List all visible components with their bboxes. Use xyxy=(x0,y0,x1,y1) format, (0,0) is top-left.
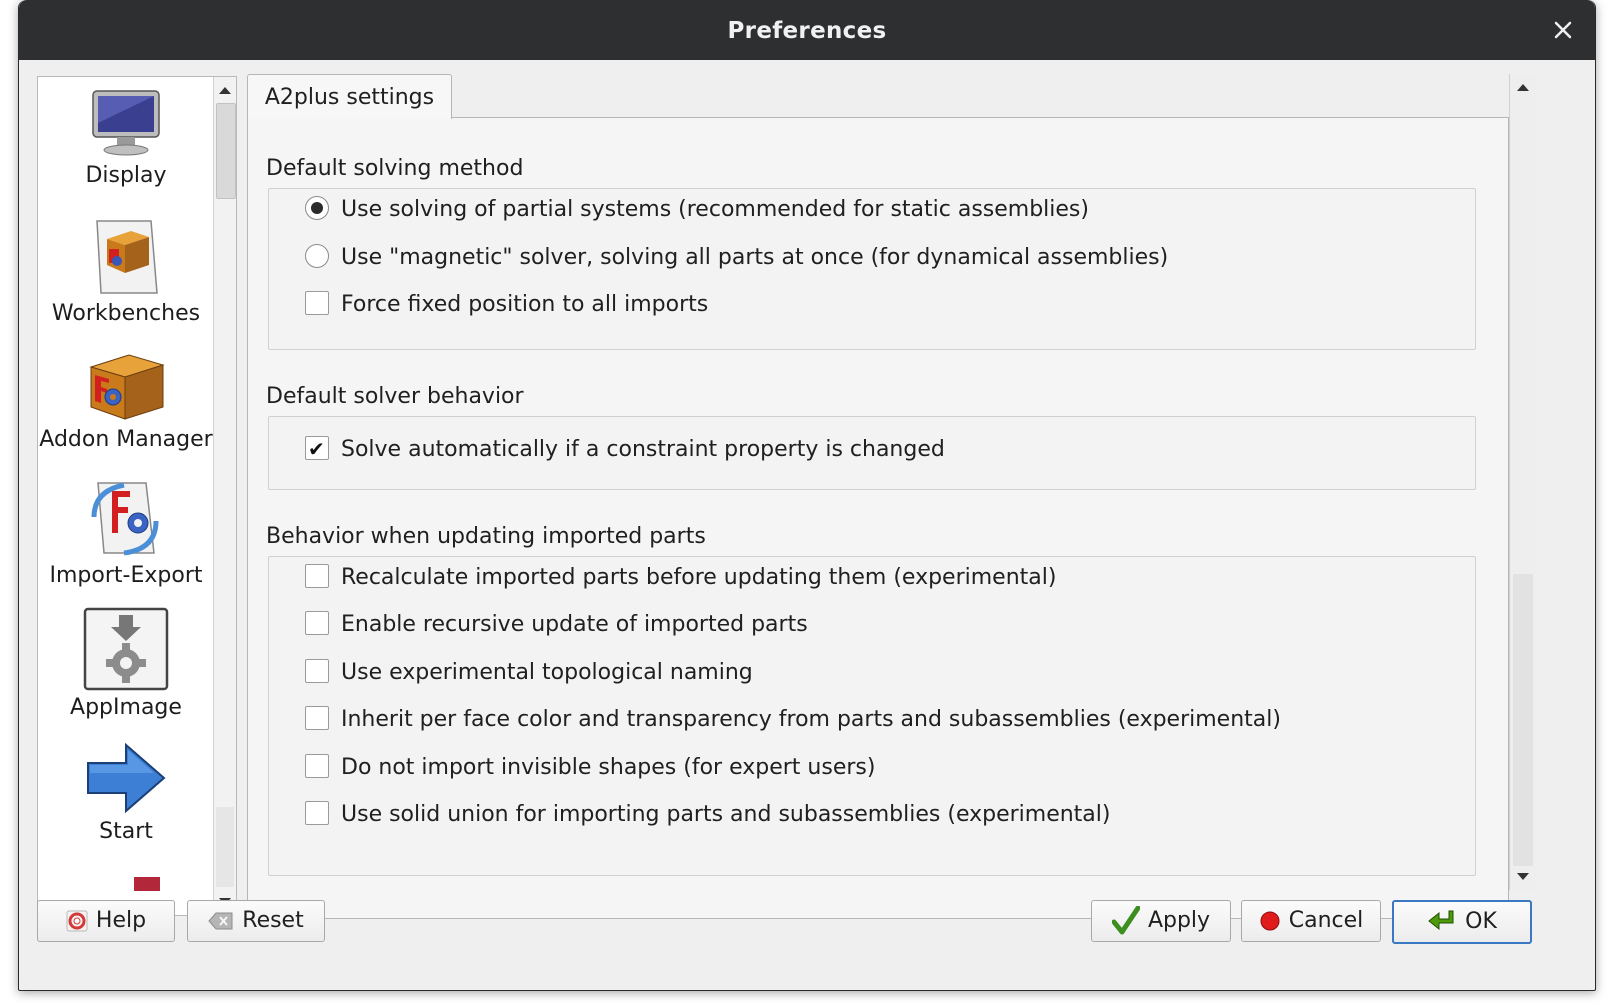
close-button[interactable] xyxy=(1545,12,1581,48)
solver-behavior-group: Solve automatically if a constraint prop… xyxy=(268,416,1476,490)
scroll-down-arrow-icon[interactable] xyxy=(1517,873,1529,880)
ok-label: OK xyxy=(1465,909,1497,934)
scroll-up-arrow-icon[interactable] xyxy=(219,87,231,94)
option-label: Use experimental topological naming xyxy=(341,660,753,685)
checkbox-topological-naming[interactable]: Use experimental topological naming xyxy=(305,658,753,688)
window-title: Preferences xyxy=(727,18,887,44)
radio-partial-systems[interactable]: Use solving of partial systems (recommen… xyxy=(305,195,1089,225)
addon-manager-icon xyxy=(89,354,165,420)
section-title-update-behavior: Behavior when updating imported parts xyxy=(266,524,706,549)
category-display[interactable]: Display xyxy=(38,87,214,188)
option-label: Enable recursive update of imported part… xyxy=(341,612,808,637)
ok-button[interactable]: OK xyxy=(1392,900,1532,944)
category-list: Display Workbenches Addon Manager Import… xyxy=(38,77,214,915)
checkbox-force-fixed-position[interactable]: Force fixed position to all imports xyxy=(305,290,708,320)
category-label: Start xyxy=(99,819,153,844)
settings-page: A2plus settings Default solving method U… xyxy=(247,74,1509,919)
display-monitor-icon xyxy=(92,90,160,156)
category-label: AppImage xyxy=(70,695,182,720)
checkbox-checked[interactable] xyxy=(305,434,329,464)
help-icon xyxy=(66,910,88,932)
preferences-category-list: Display Workbenches Addon Manager Import… xyxy=(37,76,237,916)
option-label: Do not import invisible shapes (for expe… xyxy=(341,755,876,780)
checkbox[interactable] xyxy=(305,659,329,683)
checkbox-inherit-face-color[interactable]: Inherit per face color and transparency … xyxy=(305,705,1281,735)
radio-button-selected[interactable] xyxy=(305,196,329,220)
preferences-dialog: Preferences Display Workbenches Addon Ma… xyxy=(18,0,1596,991)
section-title-solver-behavior: Default solver behavior xyxy=(266,384,524,409)
category-workbenches[interactable]: Workbenches xyxy=(38,217,214,326)
option-label: Use solid union for importing parts and … xyxy=(341,802,1111,827)
ok-enter-arrow-icon xyxy=(1428,910,1454,931)
checkbox[interactable] xyxy=(305,611,329,635)
apply-button[interactable]: Apply xyxy=(1091,900,1231,942)
option-label: Inherit per face color and transparency … xyxy=(341,707,1281,732)
help-label: Help xyxy=(95,908,147,933)
apply-checkmark-icon xyxy=(1111,906,1140,935)
option-label: Force fixed position to all imports xyxy=(341,292,709,317)
solving-method-group: Use solving of partial systems (recommen… xyxy=(268,188,1476,350)
category-label: Workbenches xyxy=(51,301,201,326)
section-title-solving-method: Default solving method xyxy=(266,156,524,181)
sidebar-scroll-track xyxy=(216,807,234,887)
help-button[interactable]: Help xyxy=(37,900,175,942)
settings-scrollbar[interactable] xyxy=(1509,74,1536,890)
update-behavior-group: Recalculate imported parts before updati… xyxy=(268,556,1476,876)
checkbox-solve-automatically[interactable]: Solve automatically if a constraint prop… xyxy=(305,434,945,465)
checkbox-recalculate-imported-parts[interactable]: Recalculate imported parts before updati… xyxy=(305,563,1056,593)
category-start[interactable]: Start xyxy=(38,741,214,844)
sidebar-scrollbar[interactable] xyxy=(213,77,236,915)
next-category-icon-partial xyxy=(134,877,160,891)
tab-a2plus-settings[interactable]: A2plus settings xyxy=(247,74,452,119)
checkbox[interactable] xyxy=(305,706,329,730)
import-export-icon xyxy=(91,482,159,556)
option-label: Recalculate imported parts before updati… xyxy=(341,565,1057,590)
close-icon xyxy=(1554,21,1572,39)
checkbox[interactable] xyxy=(305,801,329,825)
checkbox[interactable] xyxy=(305,564,329,588)
reset-label: Reset xyxy=(242,908,304,933)
cancel-label: Cancel xyxy=(1288,908,1364,933)
checkbox[interactable] xyxy=(305,291,329,315)
workbenches-icon xyxy=(96,220,158,294)
category-appimage[interactable]: AppImage xyxy=(38,607,214,720)
checkbox-solid-union[interactable]: Use solid union for importing parts and … xyxy=(305,800,1110,830)
reset-button[interactable]: Reset xyxy=(187,900,325,942)
option-label: Use "magnetic" solver, solving all parts… xyxy=(341,245,1169,270)
scroll-up-arrow-icon[interactable] xyxy=(1517,84,1529,91)
checkbox-recursive-update[interactable]: Enable recursive update of imported part… xyxy=(305,610,808,640)
sidebar-scroll-thumb[interactable] xyxy=(216,103,236,199)
start-arrow-icon xyxy=(87,742,166,814)
category-label: Import-Export xyxy=(49,563,203,588)
settings-scroll-track xyxy=(1513,574,1533,866)
title-bar: Preferences xyxy=(19,0,1595,60)
category-label: Display xyxy=(85,163,167,188)
a2plus-settings-panel: Default solving method Use solving of pa… xyxy=(247,117,1509,919)
cancel-stop-icon xyxy=(1260,911,1280,931)
option-label: Solve automatically if a constraint prop… xyxy=(341,437,945,462)
checkbox-no-invisible-shapes[interactable]: Do not import invisible shapes (for expe… xyxy=(305,753,875,783)
radio-magnetic-solver[interactable]: Use "magnetic" solver, solving all parts… xyxy=(305,243,1168,273)
category-label: Addon Manager xyxy=(39,427,213,452)
radio-button[interactable] xyxy=(305,244,329,268)
cancel-button[interactable]: Cancel xyxy=(1241,900,1381,942)
apply-label: Apply xyxy=(1147,908,1211,933)
reset-backspace-icon xyxy=(208,912,233,930)
option-label: Use solving of partial systems (recommen… xyxy=(341,197,1089,222)
category-import-export[interactable]: Import-Export xyxy=(38,477,214,588)
checkbox[interactable] xyxy=(305,754,329,778)
category-addon-manager[interactable]: Addon Manager xyxy=(38,351,214,452)
appimage-icon xyxy=(83,607,169,691)
